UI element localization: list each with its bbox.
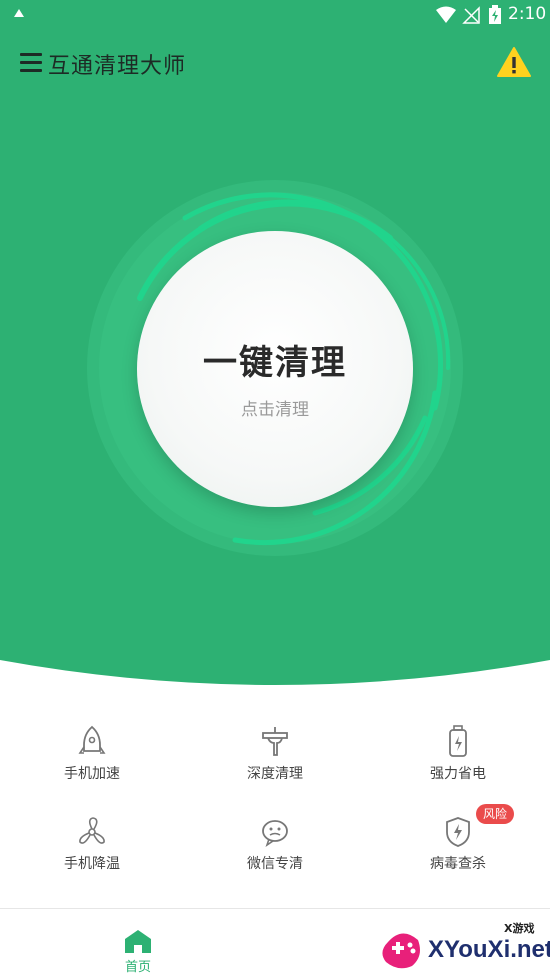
feature-phone-speedup[interactable]: 手机加速 [17,721,167,791]
feature-phone-cooling[interactable]: 手机降温 [17,811,167,881]
feature-label: 病毒查杀 [430,856,486,872]
app-bar: 互通清理大师 [0,40,550,86]
rocket-icon [78,725,106,754]
wifi-icon [436,6,456,23]
feature-label: 手机加速 [64,766,120,782]
hero-curve [0,660,550,710]
watermark-small-text: X游戏 [504,922,535,935]
feature-label: 微信专清 [247,856,303,872]
status-time: 2:10 [508,4,547,24]
battery-icon [449,725,467,757]
watermark-brand-text: XYouXi.net [428,936,550,963]
feature-grid: 手机加速 深度清理 强力省电 手机降温 微信专清 病毒查杀 [0,715,550,895]
feature-wechat-clean[interactable]: 微信专清 [200,811,350,881]
risk-badge: 风险 [476,804,514,824]
feature-power-saving[interactable]: 强力省电 [383,721,533,791]
one-tap-clean-button[interactable]: 一键清理 点击清理 [137,231,413,507]
feature-label: 深度清理 [247,766,303,782]
battery-icon [489,5,501,24]
clean-subtitle: 点击清理 [241,400,309,420]
nav-home-label[interactable]: 首页 [116,956,160,975]
watermark: X游戏 XYouXi.net [378,918,550,976]
feature-label: 强力省电 [430,766,486,782]
feature-label: 手机降温 [64,856,120,872]
clean-title: 一键清理 [203,343,347,383]
status-bar: 2:10 [0,0,550,30]
fan-icon [79,817,105,844]
brush-icon [262,727,288,756]
home-icon[interactable] [124,929,152,953]
warning-icon[interactable] [496,46,532,78]
notification-icon [14,9,24,17]
app-title: 互通清理大师 [48,54,187,79]
gamepad-logo-icon [382,933,420,969]
menu-icon[interactable] [20,53,42,73]
feature-deep-clean[interactable]: 深度清理 [200,721,350,791]
no-signal-icon [462,6,480,24]
shield-icon [446,817,470,847]
wechat-icon [262,820,288,847]
